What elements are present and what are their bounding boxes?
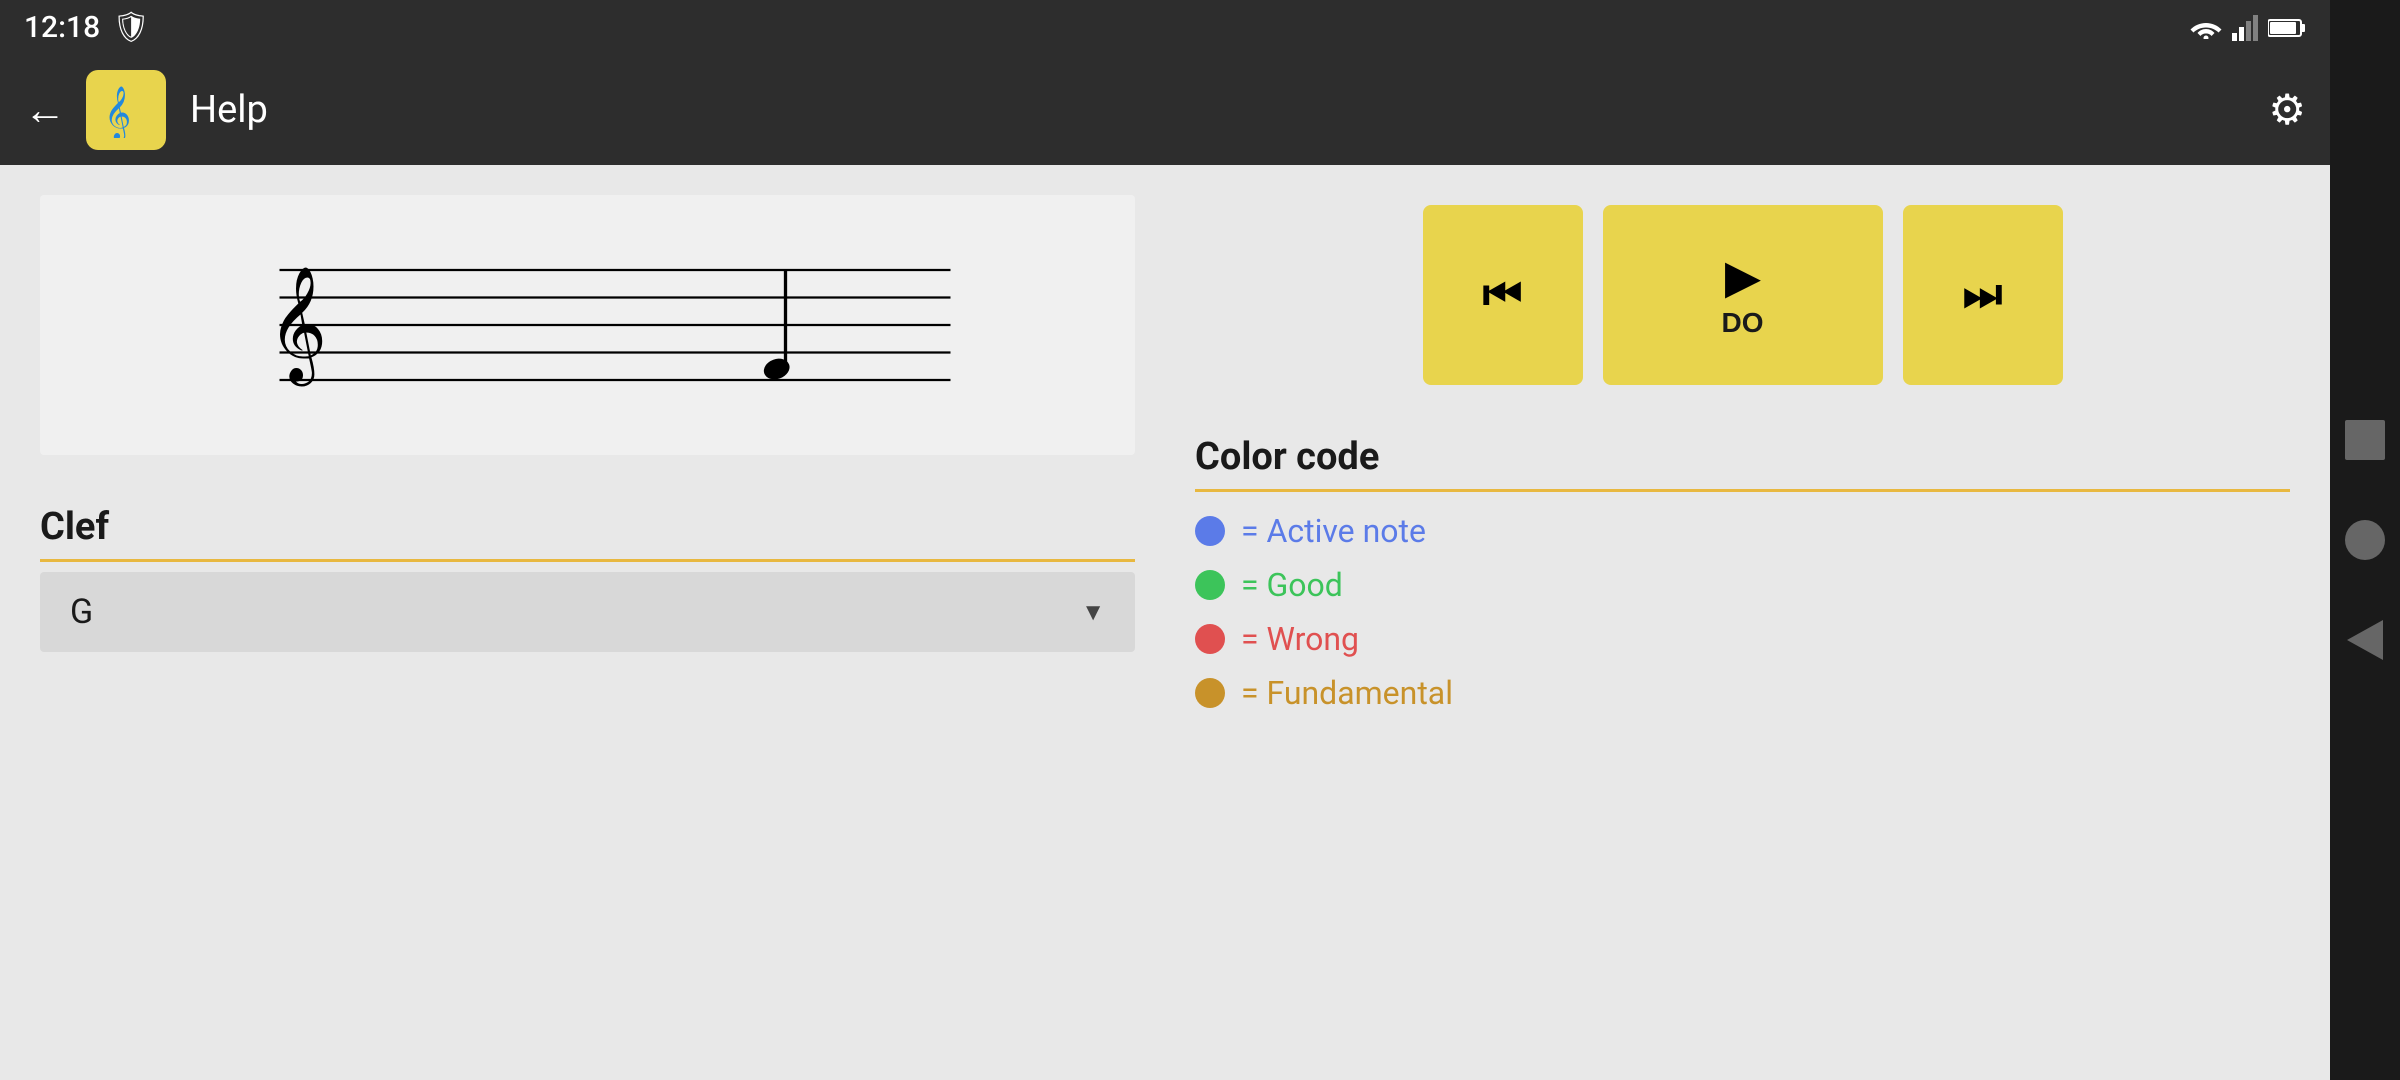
fundamental-dot xyxy=(1195,678,1225,708)
play-note-label: DO xyxy=(1722,307,1764,339)
list-item: = Active note xyxy=(1195,512,2290,550)
music-staff: 𝄞 xyxy=(60,215,1115,435)
side-nav-back-button[interactable] xyxy=(2347,620,2383,660)
list-item: = Fundamental xyxy=(1195,674,2290,712)
color-code-section: Color code = Active note = Good = Wrong xyxy=(1195,435,2290,712)
active-note-label: = Active note xyxy=(1241,512,1426,550)
color-code-divider xyxy=(1195,489,2290,492)
app-icon: 𝄞 xyxy=(86,70,166,150)
app-bar-left: ← 𝄞 Help xyxy=(24,70,268,150)
wifi-icon xyxy=(2190,17,2222,39)
list-item: = Wrong xyxy=(1195,620,2290,658)
staff-area: 𝄞 xyxy=(40,195,1135,455)
play-button[interactable]: ▶ DO xyxy=(1603,205,1883,385)
signal-icon xyxy=(2232,15,2258,41)
svg-text:𝄞: 𝄞 xyxy=(268,267,327,386)
status-bar-right xyxy=(2190,15,2306,41)
shield-icon: 🛡 xyxy=(112,10,150,45)
color-items: = Active note = Good = Wrong = Fundament… xyxy=(1195,502,2290,712)
clef-title: Clef xyxy=(40,505,1135,549)
wrong-dot xyxy=(1195,624,1225,654)
good-dot xyxy=(1195,570,1225,600)
clef-value: G xyxy=(70,592,93,632)
side-nav xyxy=(2330,0,2400,1080)
right-panel: ⏮ ▶ DO ⏭ Color code = Active note xyxy=(1195,195,2290,1050)
clef-dropdown[interactable]: G ▼ xyxy=(40,572,1135,652)
back-button[interactable]: ← xyxy=(24,86,66,135)
fundamental-label: = Fundamental xyxy=(1241,674,1453,712)
list-item: = Good xyxy=(1195,566,2290,604)
status-bar: 12:18 🛡 xyxy=(0,0,2330,55)
time-display: 12:18 xyxy=(24,10,100,45)
settings-button[interactable]: ⚙ xyxy=(2268,85,2306,135)
side-nav-circle-button[interactable] xyxy=(2345,520,2385,560)
battery-icon xyxy=(2268,18,2306,38)
status-bar-left: 12:18 🛡 xyxy=(24,10,150,45)
skip-forward-button[interactable]: ⏭ xyxy=(1903,205,2063,385)
app-bar: ← 𝄞 Help ⚙ xyxy=(0,55,2330,165)
color-code-title: Color code xyxy=(1195,435,2290,479)
side-nav-square-button[interactable] xyxy=(2345,420,2385,460)
active-note-dot xyxy=(1195,516,1225,546)
playback-controls: ⏮ ▶ DO ⏭ xyxy=(1195,205,2290,385)
main-content: 𝄞 Clef G ▼ ⏮ xyxy=(0,165,2330,1080)
clef-section: Clef G ▼ xyxy=(40,505,1135,652)
phone-area: 12:18 🛡 xyxy=(0,0,2330,1080)
chevron-down-icon: ▼ xyxy=(1081,598,1105,627)
left-panel: 𝄞 Clef G ▼ xyxy=(40,195,1135,1050)
play-icon: ▶ xyxy=(1726,252,1760,303)
skip-back-icon: ⏮ xyxy=(1483,270,1523,320)
skip-back-button[interactable]: ⏮ xyxy=(1423,205,1583,385)
wrong-label: = Wrong xyxy=(1241,620,1359,658)
treble-clef-icon: 𝄞 xyxy=(99,83,154,138)
app-title: Help xyxy=(190,88,268,132)
svg-text:𝄞: 𝄞 xyxy=(104,86,131,138)
good-label: = Good xyxy=(1241,566,1343,604)
skip-forward-icon: ⏭ xyxy=(1963,270,2003,320)
clef-divider xyxy=(40,559,1135,562)
